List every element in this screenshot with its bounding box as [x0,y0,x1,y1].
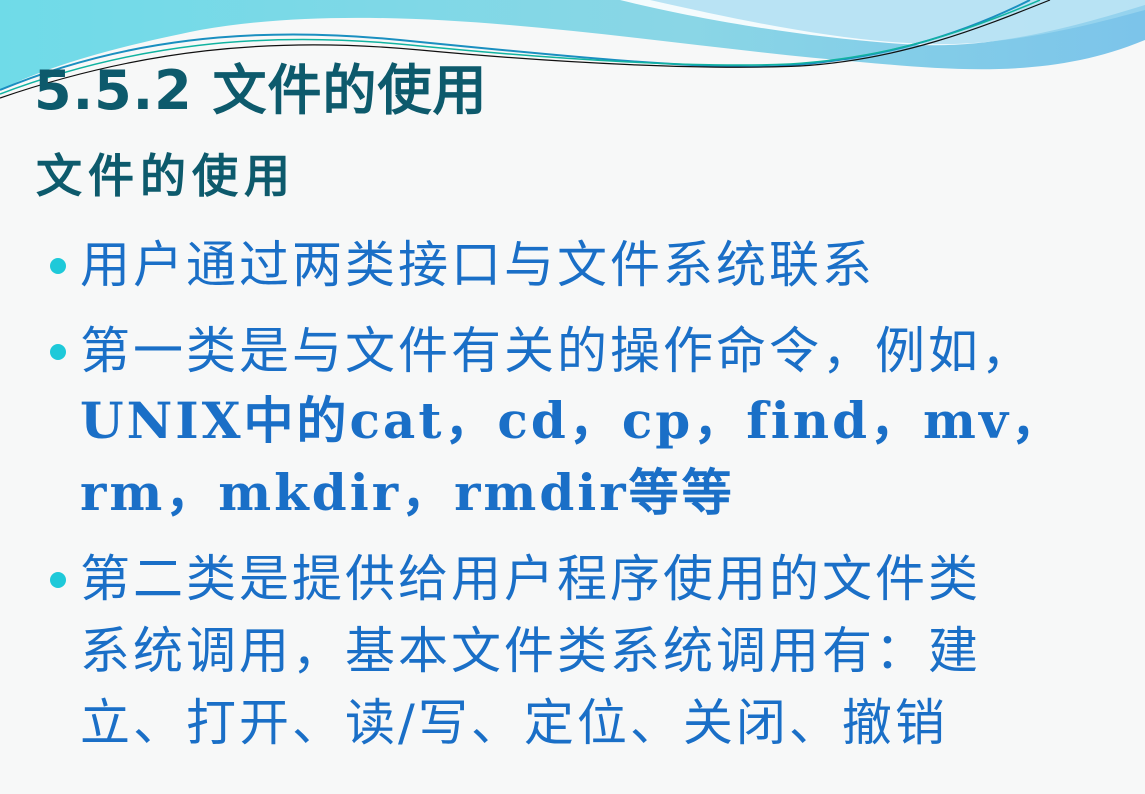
bullet-line: UNIX中的cat，cd，cp，find，mv， [80,391,1065,450]
bullet-item: 第二类是提供给用户程序使用的文件类 系统调用，基本文件类系统调用有：建 立、打开… [80,543,981,759]
bullet-line: 系统调用，基本文件类系统调用有：建 [80,622,981,680]
slide-subtitle: 文件的使用 [36,149,296,203]
bullet-dot-icon [50,344,66,360]
bullet-item: 第一类是与文件有关的操作命令，例如， UNIX中的cat，cd，cp，find，… [80,315,1064,529]
bullet-line: 第二类是提供给用户程序使用的文件类 [80,550,981,608]
bullet-item: 用户通过两类接口与文件系统联系 [80,229,875,301]
bullet-line: rm，mkdir，rmdir等等 [80,463,735,522]
bullet-line: 立、打开、读/写、定位、关闭、撤销 [80,694,948,752]
bullet-line: 用户通过两类接口与文件系统联系 [80,236,875,294]
slide-title: 5.5.2 文件的使用 [34,59,488,122]
bullet-dot-icon [50,572,66,588]
bullet-dot-icon [50,258,66,274]
bullet-line: 第一类是与文件有关的操作命令，例如， [80,322,1034,380]
